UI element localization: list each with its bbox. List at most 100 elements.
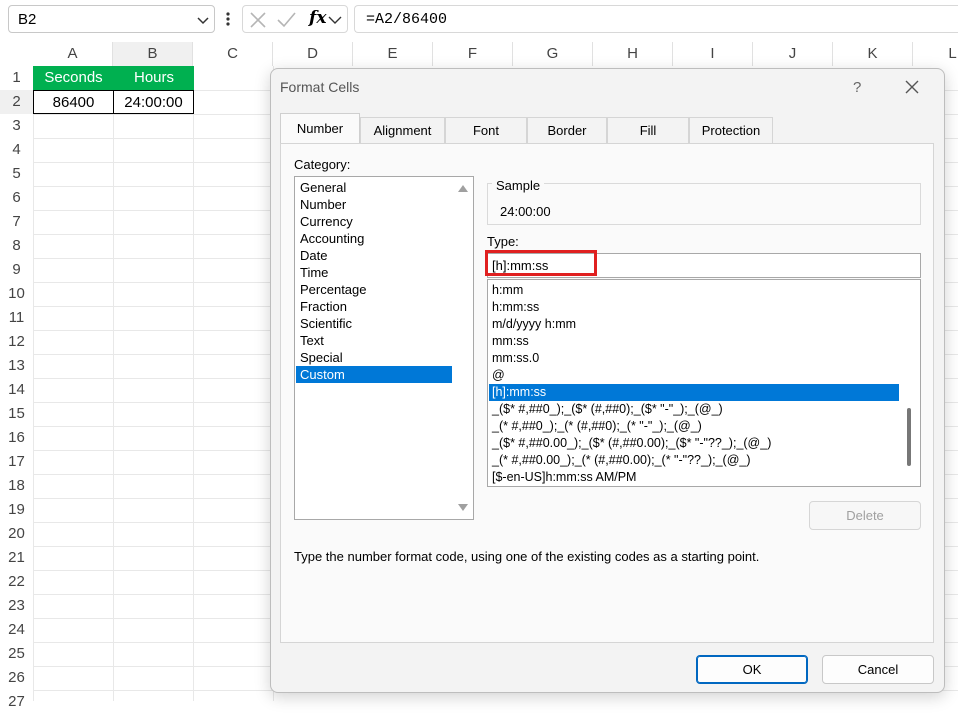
category-special[interactable]: Special bbox=[296, 349, 452, 366]
category-percentage[interactable]: Percentage bbox=[296, 281, 452, 298]
type-label: Type: bbox=[487, 234, 519, 249]
row-header-1[interactable]: 1 bbox=[0, 66, 33, 90]
row-header-23[interactable]: 23 bbox=[0, 594, 33, 618]
type-item[interactable]: _(* #,##0.00_);_(* (#,##0.00);_(* "-"??_… bbox=[489, 452, 899, 469]
row-header-2[interactable]: 2 bbox=[0, 90, 33, 114]
cancel-button[interactable]: Cancel bbox=[822, 655, 934, 684]
tab-number[interactable]: Number bbox=[280, 113, 360, 143]
name-box[interactable]: B2 bbox=[8, 5, 215, 33]
column-header-k[interactable]: K bbox=[833, 42, 913, 66]
category-text[interactable]: Text bbox=[296, 332, 452, 349]
category-currency[interactable]: Currency bbox=[296, 213, 452, 230]
formula-bar: B2 fx =A2/86400 bbox=[0, 0, 958, 40]
row-header-11[interactable]: 11 bbox=[0, 306, 33, 330]
type-item[interactable]: h:mm bbox=[489, 282, 899, 299]
formula-input[interactable]: =A2/86400 bbox=[354, 5, 958, 33]
close-icon[interactable] bbox=[903, 78, 921, 96]
column-header-a[interactable]: A bbox=[33, 42, 113, 66]
column-header-j[interactable]: J bbox=[753, 42, 833, 66]
category-general[interactable]: General bbox=[296, 179, 452, 196]
row-header-9[interactable]: 9 bbox=[0, 258, 33, 282]
formula-text: =A2/86400 bbox=[366, 11, 448, 28]
cancel-icon[interactable] bbox=[247, 10, 269, 30]
type-item-selected[interactable]: [h]:mm:ss bbox=[489, 384, 899, 401]
row-header-5[interactable]: 5 bbox=[0, 162, 33, 186]
row-header-22[interactable]: 22 bbox=[0, 570, 33, 594]
cell-b2[interactable]: 24:00:00 bbox=[113, 90, 194, 114]
category-number[interactable]: Number bbox=[296, 196, 452, 213]
row-header-17[interactable]: 17 bbox=[0, 450, 33, 474]
type-item[interactable]: @ bbox=[489, 367, 899, 384]
category-list[interactable]: General Number Currency Accounting Date … bbox=[294, 176, 474, 520]
category-fraction[interactable]: Fraction bbox=[296, 298, 452, 315]
type-item[interactable]: m/d/yyyy h:mm bbox=[489, 316, 899, 333]
type-item[interactable]: h:mm:ss bbox=[489, 299, 899, 316]
row-header-14[interactable]: 14 bbox=[0, 378, 33, 402]
cell-a1[interactable]: Seconds bbox=[33, 66, 114, 90]
category-time[interactable]: Time bbox=[296, 264, 452, 281]
type-item[interactable]: mm:ss.0 bbox=[489, 350, 899, 367]
column-header-c[interactable]: C bbox=[193, 42, 273, 66]
type-item[interactable]: _($* #,##0.00_);_($* (#,##0.00);_($* "-"… bbox=[489, 435, 899, 452]
category-scrollbar[interactable] bbox=[453, 177, 473, 519]
column-header-i[interactable]: I bbox=[673, 42, 753, 66]
category-accounting[interactable]: Accounting bbox=[296, 230, 452, 247]
category-scientific[interactable]: Scientific bbox=[296, 315, 452, 332]
scroll-down-icon[interactable] bbox=[458, 504, 468, 511]
row-header-19[interactable]: 19 bbox=[0, 498, 33, 522]
column-header-f[interactable]: F bbox=[433, 42, 513, 66]
enter-check-icon[interactable] bbox=[275, 10, 297, 30]
type-item[interactable]: _(* #,##0_);_(* (#,##0);_(* "-"_);_(@_) bbox=[489, 418, 899, 435]
category-custom[interactable]: Custom bbox=[296, 366, 452, 383]
ok-button[interactable]: OK bbox=[696, 655, 808, 684]
row-header-18[interactable]: 18 bbox=[0, 474, 33, 498]
tab-fill[interactable]: Fill bbox=[607, 117, 689, 143]
row-header-16[interactable]: 16 bbox=[0, 426, 33, 450]
tab-font[interactable]: Font bbox=[445, 117, 527, 143]
row-header-20[interactable]: 20 bbox=[0, 522, 33, 546]
row-header-25[interactable]: 25 bbox=[0, 642, 33, 666]
more-options-icon[interactable] bbox=[224, 10, 232, 28]
type-item[interactable]: _($* #,##0_);_($* (#,##0);_($* "-"_);_(@… bbox=[489, 401, 899, 418]
row-header-24[interactable]: 24 bbox=[0, 618, 33, 642]
row-header-8[interactable]: 8 bbox=[0, 234, 33, 258]
format-cells-dialog: Format Cells ? Number Alignment Font Bor… bbox=[270, 68, 945, 693]
tab-alignment[interactable]: Alignment bbox=[360, 117, 445, 143]
column-header-d[interactable]: D bbox=[273, 42, 353, 66]
row-header-27[interactable]: 27 bbox=[0, 690, 33, 714]
chevron-down-icon[interactable] bbox=[196, 13, 210, 27]
row-header-7[interactable]: 7 bbox=[0, 210, 33, 234]
category-label: Category: bbox=[294, 157, 351, 172]
type-item[interactable]: mm:ss bbox=[489, 333, 899, 350]
delete-button[interactable]: Delete bbox=[809, 501, 921, 530]
row-header-13[interactable]: 13 bbox=[0, 354, 33, 378]
row-header-6[interactable]: 6 bbox=[0, 186, 33, 210]
cell-b1[interactable]: Hours bbox=[114, 66, 194, 90]
column-header-h[interactable]: H bbox=[593, 42, 673, 66]
row-header-3[interactable]: 3 bbox=[0, 114, 33, 138]
tab-protection[interactable]: Protection bbox=[689, 117, 773, 143]
type-list[interactable]: h:mm h:mm:ss m/d/yyyy h:mm mm:ss mm:ss.0… bbox=[487, 279, 921, 487]
column-header-b[interactable]: B bbox=[113, 42, 193, 66]
help-icon[interactable]: ? bbox=[853, 79, 861, 96]
column-header-g[interactable]: G bbox=[513, 42, 593, 66]
formula-tools: fx bbox=[242, 5, 348, 33]
column-header-e[interactable]: E bbox=[353, 42, 433, 66]
type-item[interactable]: [$-en-US]h:mm:ss AM/PM bbox=[489, 469, 899, 486]
row-header-15[interactable]: 15 bbox=[0, 402, 33, 426]
chevron-down-icon[interactable] bbox=[327, 10, 343, 30]
highlight-box bbox=[485, 250, 597, 276]
select-all-corner[interactable] bbox=[0, 42, 33, 66]
type-list-scrollbar-thumb[interactable] bbox=[907, 408, 911, 466]
row-header-12[interactable]: 12 bbox=[0, 330, 33, 354]
tab-border[interactable]: Border bbox=[527, 117, 607, 143]
insert-function-icon[interactable]: fx bbox=[309, 8, 326, 28]
cell-a2[interactable]: 86400 bbox=[33, 90, 114, 114]
row-header-10[interactable]: 10 bbox=[0, 282, 33, 306]
row-header-4[interactable]: 4 bbox=[0, 138, 33, 162]
row-header-26[interactable]: 26 bbox=[0, 666, 33, 690]
row-header-21[interactable]: 21 bbox=[0, 546, 33, 570]
category-date[interactable]: Date bbox=[296, 247, 452, 264]
column-header-l[interactable]: L bbox=[913, 42, 958, 66]
scroll-up-icon[interactable] bbox=[458, 185, 468, 192]
